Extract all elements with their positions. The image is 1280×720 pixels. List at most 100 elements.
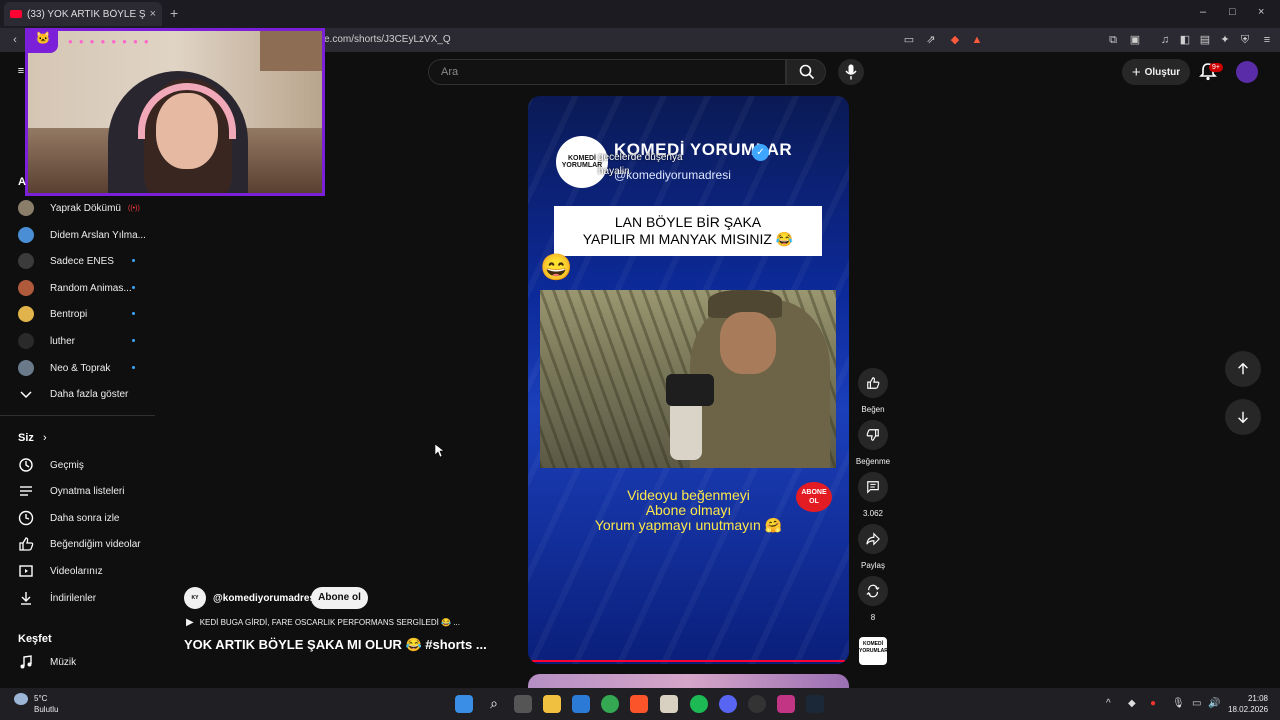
- start-icon[interactable]: [455, 695, 473, 713]
- sidebar-subscription[interactable]: Sadece ENES: [18, 250, 135, 272]
- url-field[interactable]: e.com/shorts/J3CEyLzVX_Q: [324, 34, 451, 45]
- dislike-button[interactable]: Beğenme: [856, 420, 890, 466]
- search-input[interactable]: Ara: [428, 59, 786, 85]
- vpn-icon[interactable]: ⛨: [1238, 33, 1252, 47]
- screenshot-icon[interactable]: ▣: [1128, 33, 1142, 47]
- comments-button[interactable]: 3.062: [858, 472, 888, 518]
- sidebar-item-label: Videolarınız: [50, 565, 103, 577]
- sidebar-subscription[interactable]: Random Animas...: [18, 277, 135, 299]
- weather-widget[interactable]: 5°C Bulutlu: [14, 693, 58, 715]
- voice-search-button[interactable]: [838, 59, 864, 85]
- sidebar-item-playlists[interactable]: Oynatma listeleri: [18, 480, 124, 502]
- microphone-tray-icon[interactable]: 🎙: [1172, 698, 1185, 709]
- channel-thumbnail[interactable]: KOMEDİ YORUMLAR: [859, 637, 888, 665]
- back-icon[interactable]: ‹: [8, 33, 22, 47]
- sidebar-item-liked-videos[interactable]: Beğendiğim videolar: [18, 533, 141, 555]
- sidebar-subscription[interactable]: Neo & Toprak: [18, 357, 135, 379]
- sidebar-subscription[interactable]: Bentropi: [18, 303, 135, 325]
- instagram-icon[interactable]: [777, 695, 795, 713]
- spotify-icon[interactable]: [690, 695, 708, 713]
- channel-name: Random Animas...: [50, 282, 132, 294]
- next-short-button[interactable]: [1225, 399, 1261, 435]
- search-taskbar-icon[interactable]: ⌕: [485, 695, 503, 713]
- extensions-icon[interactable]: ⧉: [1106, 33, 1120, 47]
- sidebar-item-history[interactable]: Geçmiş: [18, 454, 84, 476]
- create-button[interactable]: + Oluştur: [1122, 59, 1190, 85]
- brave-icon[interactable]: [630, 695, 648, 713]
- remix-button[interactable]: 8: [858, 576, 888, 622]
- sidebar-item-downloads[interactable]: İndirilenler: [18, 587, 96, 609]
- maximize-button[interactable]: □: [1229, 6, 1236, 18]
- subscriptions-header[interactable]: A: [18, 176, 26, 188]
- download-icon: [21, 592, 31, 605]
- obs-icon[interactable]: [748, 695, 766, 713]
- tray-app-icon[interactable]: ●: [1150, 698, 1156, 709]
- sidebar-item-music[interactable]: Müzik: [18, 651, 76, 673]
- tab-close-button[interactable]: ×: [150, 8, 156, 20]
- browser-tab-title: (33) YOK ARTIK BÖYLE ŞAKA M: [27, 8, 145, 20]
- menu-icon[interactable]: ≡: [1260, 33, 1274, 47]
- new-content-dot: [132, 286, 135, 289]
- like-button[interactable]: Beğen: [858, 368, 888, 414]
- sidebar-subscription[interactable]: Didem Arslan Yılma...: [18, 224, 146, 246]
- music-title: KEDİ BUGA GİRDİ, FARE OSCARLIK PERFORMAN…: [199, 618, 460, 627]
- meta-channel-handle[interactable]: @komediyorumadresi: [213, 593, 318, 604]
- media-icon[interactable]: ♫: [1158, 33, 1172, 47]
- caption-box: LAN BÖYLE BİR ŞAKA YAPILIR MI MANYAK MIS…: [554, 206, 822, 256]
- sidebar-item-label: Geçmiş: [50, 459, 84, 471]
- sidebar-toggle-icon[interactable]: ◧: [1178, 33, 1192, 47]
- share-page-icon[interactable]: ⇗: [924, 33, 938, 47]
- minimize-button[interactable]: –: [1200, 6, 1206, 18]
- video-progress-bar[interactable]: [532, 660, 845, 662]
- cat-logo-icon: 🐱: [28, 31, 58, 53]
- volume-icon[interactable]: 🔊: [1208, 698, 1220, 709]
- channel-avatar: [18, 200, 34, 216]
- install-icon[interactable]: ▭: [902, 33, 916, 47]
- leo-ai-icon[interactable]: ✦: [1218, 33, 1232, 47]
- task-view-icon[interactable]: [514, 695, 532, 713]
- share-button[interactable]: Paylaş: [858, 524, 888, 570]
- sidebar-item-watch-later[interactable]: Daha sonra izle: [18, 507, 119, 529]
- subscribe-button[interactable]: Abone ol: [311, 587, 368, 609]
- sidebar-item-your-videos[interactable]: Videolarınız: [18, 560, 103, 582]
- network-icon[interactable]: ▭: [1192, 698, 1201, 709]
- steam-icon[interactable]: [806, 695, 824, 713]
- remix-count: 8: [870, 613, 876, 622]
- wallet-icon[interactable]: ▤: [1198, 33, 1212, 47]
- discord-icon[interactable]: [719, 695, 737, 713]
- account-avatar[interactable]: [1236, 61, 1258, 83]
- browser-tab[interactable]: (33) YOK ARTIK BÖYLE ŞAKA M ×: [4, 2, 162, 26]
- short-video-player[interactable]: KOMEDİ YORUMLAR KOMEDİ YORUMLAR ✓ @komed…: [528, 96, 849, 664]
- new-content-dot: [132, 259, 135, 262]
- chevron-right-icon: ›: [42, 432, 47, 444]
- brave-rewards-icon[interactable]: ▲: [970, 33, 984, 47]
- sidebar-subscription[interactable]: Yaprak Dökümü ((•)): [18, 197, 140, 219]
- video-overlay-text: hayalin: [598, 166, 630, 177]
- sidebar-divider: [0, 415, 155, 416]
- tray-chevron-icon[interactable]: ^: [1106, 698, 1111, 709]
- video-overlay-text: gecelerde düşenya: [598, 152, 683, 163]
- previous-short-button[interactable]: [1225, 351, 1261, 387]
- you-section-header[interactable]: Siz ›: [18, 432, 47, 444]
- meta-channel-avatar[interactable]: KY: [184, 587, 206, 609]
- create-label: Oluştur: [1144, 66, 1181, 78]
- channel-name: Sadece ENES: [50, 255, 114, 267]
- search-button[interactable]: [786, 59, 826, 85]
- system-clock[interactable]: 21:08 18.02.2026: [1228, 693, 1268, 715]
- music-info[interactable]: ▶ KEDİ BUGA GİRDİ, FARE OSCARLIK PERFORM…: [186, 617, 460, 628]
- brave-shields-icon[interactable]: ◆: [948, 33, 962, 47]
- cloud-icon: [14, 693, 28, 705]
- window-close-button[interactable]: ×: [1258, 6, 1264, 18]
- outlook-icon[interactable]: [572, 695, 590, 713]
- channel-avatar: [18, 280, 34, 296]
- new-tab-button[interactable]: +: [170, 5, 178, 21]
- show-more-button[interactable]: Daha fazla göster: [18, 383, 128, 405]
- tray-app-icon[interactable]: ◆: [1128, 698, 1136, 709]
- file-explorer-icon[interactable]: [543, 695, 561, 713]
- weather-desc: Bulutlu: [34, 705, 59, 714]
- app-icon[interactable]: [660, 695, 678, 713]
- sidebar-subscription[interactable]: luther: [18, 330, 135, 352]
- chrome-icon[interactable]: [601, 695, 619, 713]
- play-icon: ▶: [186, 617, 194, 628]
- next-short-preview[interactable]: [528, 674, 849, 688]
